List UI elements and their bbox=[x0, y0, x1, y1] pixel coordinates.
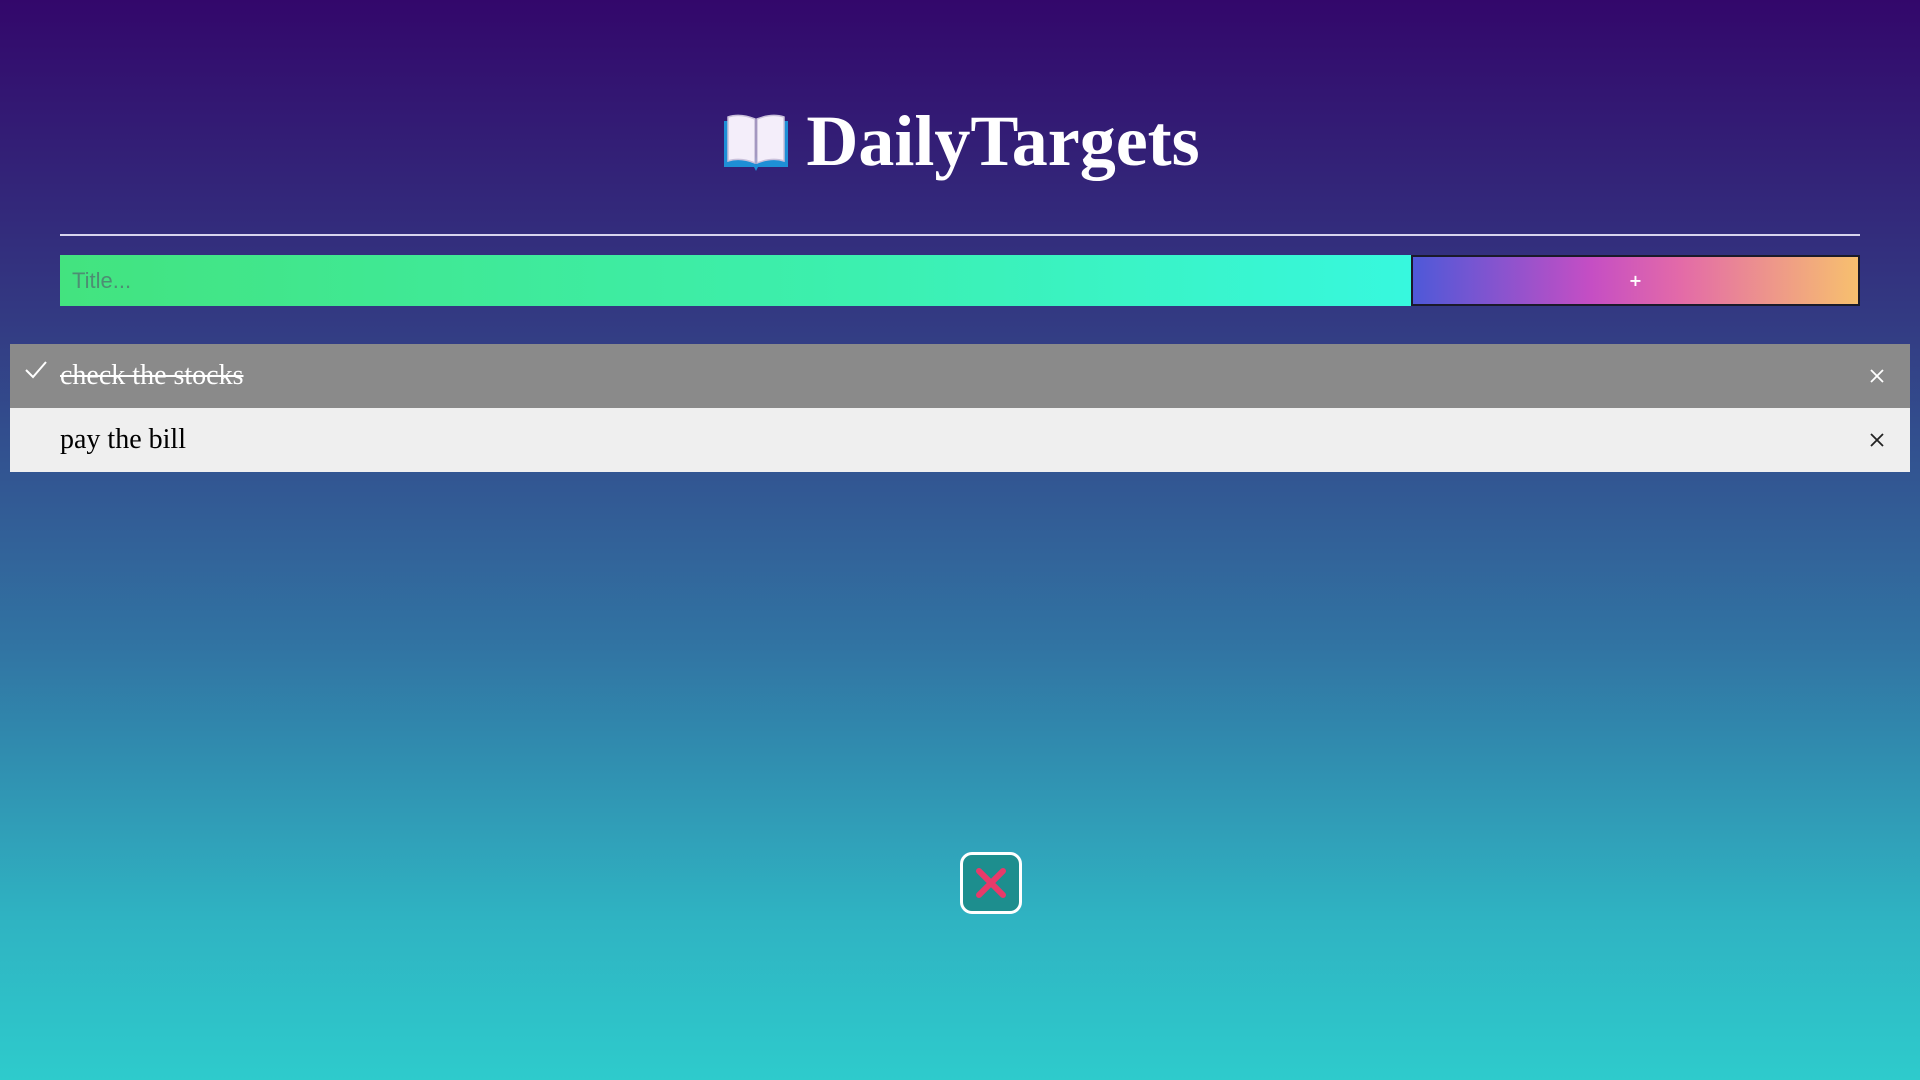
red-x-icon bbox=[976, 868, 1006, 898]
todo-item[interactable]: pay the bill bbox=[10, 408, 1910, 472]
title-row: DailyTargets bbox=[720, 100, 1200, 183]
todo-item[interactable]: check the stocks bbox=[10, 344, 1910, 408]
todo-list: check the stocks pay the bill bbox=[10, 344, 1910, 472]
check-icon[interactable] bbox=[24, 358, 48, 382]
app-header: DailyTargets bbox=[0, 100, 1920, 183]
todo-text: pay the bill bbox=[60, 424, 186, 455]
app-title: DailyTargets bbox=[806, 101, 1200, 181]
close-icon[interactable] bbox=[1866, 429, 1888, 451]
header-divider bbox=[60, 234, 1860, 236]
open-book-icon bbox=[720, 111, 792, 173]
add-button[interactable]: + bbox=[1411, 255, 1860, 306]
clear-all-button[interactable] bbox=[960, 852, 1022, 914]
add-todo-form: + bbox=[60, 255, 1860, 306]
close-icon[interactable] bbox=[1866, 365, 1888, 387]
todo-text: check the stocks bbox=[60, 360, 244, 391]
title-input[interactable] bbox=[60, 255, 1411, 306]
